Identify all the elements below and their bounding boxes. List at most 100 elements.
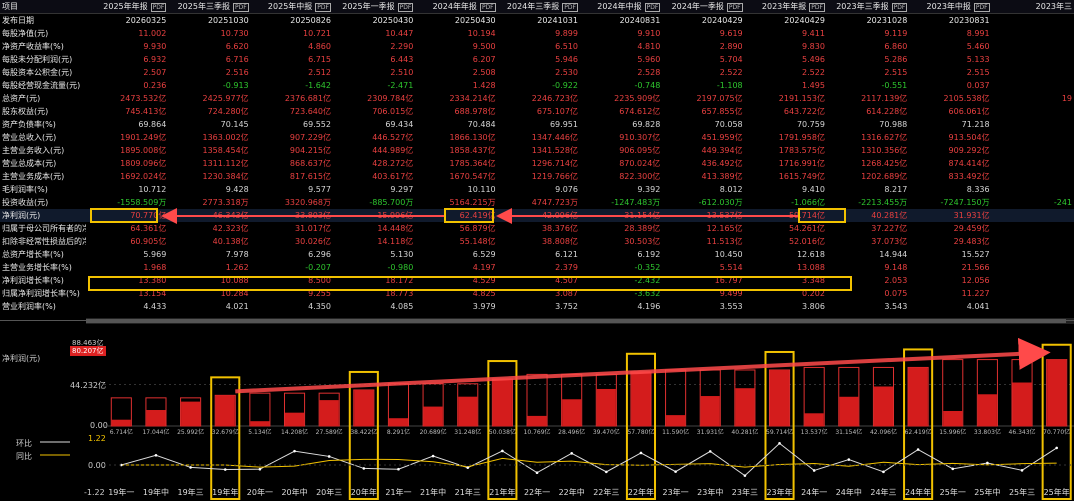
pdf-icon[interactable]: PDF	[315, 3, 331, 12]
net-profit-bar	[804, 413, 824, 426]
pdf-icon[interactable]: PDF	[891, 3, 908, 12]
table-cell: 10.110	[467, 185, 496, 194]
row-label: 扣除非经常性损益后的净利润	[2, 237, 86, 246]
table-cell: 69.552	[302, 120, 331, 129]
table-row[interactable]: 营业利润率(%) 4.433 4.021 4.350 4.085 3.979 3.752 4.…	[0, 300, 1074, 313]
net-profit-bar	[977, 394, 997, 426]
x-tick-label: 22年中	[559, 487, 585, 497]
table-cell: 5.286	[884, 55, 908, 64]
table-cell: 449.394亿	[701, 146, 743, 155]
row-label: 每股资本公积金(元)	[2, 68, 73, 77]
table-cell: 1692.024亿	[120, 172, 167, 181]
column-header[interactable]: 2025年年报 PDF	[86, 0, 169, 14]
table-row[interactable]: 股东权益(元) 745.413亿 724.280亿 723.640亿 706.015亿 6…	[0, 105, 1074, 118]
table-cell: 8.217	[884, 185, 908, 194]
bar-value-label: 13.537亿	[801, 428, 828, 436]
column-header[interactable]: 2023年年报 PDF	[744, 0, 827, 14]
table-cell	[992, 222, 1074, 235]
qoq-point	[327, 455, 331, 458]
table-cell: 3.553	[719, 302, 743, 311]
qoq-point	[223, 468, 227, 471]
table-row[interactable]: 扣除非经常性损益后的净利润 60.905亿 40.138亿 30.026亿 14.118…	[0, 235, 1074, 248]
table-cell: 2.522	[719, 68, 743, 77]
pdf-icon[interactable]: PDF	[397, 3, 414, 12]
net-profit-bar	[1012, 382, 1032, 426]
column-header[interactable]: 2024年年报 PDF	[415, 0, 498, 14]
column-header[interactable]: 2025年三季报 PDF	[168, 0, 251, 14]
pdf-icon[interactable]: PDF	[150, 3, 167, 12]
table-cell: 8.991	[966, 29, 990, 38]
bar-value-label: 57.780亿	[627, 428, 654, 436]
table-row[interactable]: 主营业务收入(元) 1895.008亿 1358.454亿 904.215亿 444.9…	[0, 144, 1074, 157]
column-header[interactable]: 2024年中报 PDF	[579, 0, 663, 14]
net-profit-bar	[215, 395, 235, 426]
column-header[interactable]: 2024年三季报 PDF	[497, 0, 580, 14]
table-row[interactable]: 毛利润率(%) 10.712 9.428 9.577 9.297 10.110 9.076 9…	[0, 183, 1074, 196]
table-cell: 606.061亿	[948, 107, 990, 116]
bar-value-label: 31.154亿	[835, 428, 862, 436]
table-row[interactable]: 主营业务成本(元) 1692.024亿 1230.384亿 817.615亿 403.6…	[0, 170, 1074, 183]
table-cell: 29.483亿	[953, 237, 990, 246]
table-cell: 706.015亿	[372, 107, 414, 116]
table-row[interactable]: 每股资本公积金(元) 2.507 2.516 2.512 2.510 2.508 2.530…	[0, 66, 1074, 79]
pdf-icon[interactable]: PDF	[726, 3, 743, 12]
table-cell: 1.968	[143, 263, 167, 272]
table-cell: 2235.909亿	[614, 94, 661, 103]
table-row[interactable]: 营业总成本(元) 1809.096亿 1311.112亿 868.637亿 428.27…	[0, 157, 1074, 170]
net-profit-bar	[111, 419, 131, 426]
pdf-icon[interactable]: PDF	[562, 3, 578, 12]
table-row[interactable]: 总资产增长率(%) 5.969 7.978 6.296 5.130 6.529 6.121 6…	[0, 248, 1074, 261]
x-tick-label: 20年三	[316, 487, 342, 497]
row-label: 每股经营现金流量(元)	[2, 81, 81, 90]
table-cell: 14.944	[879, 250, 908, 259]
table-row[interactable]: 每股净值(元) 11.002 10.730 10.721 10.447 10.194 9.8…	[0, 27, 1074, 40]
pdf-icon[interactable]: PDF	[644, 3, 661, 12]
column-header[interactable]: 2023年三	[991, 0, 1074, 14]
column-header[interactable]: 2023年三季报 PDF	[826, 0, 910, 14]
column-header[interactable]: 2023年中报 PDF	[909, 0, 992, 14]
pdf-icon[interactable]: PDF	[479, 3, 496, 12]
table-cell: 1.495	[802, 81, 825, 90]
table-cell: 5.130	[390, 250, 414, 259]
column-header[interactable]: 2025年中报 PDF	[250, 0, 333, 14]
table-row[interactable]: 主营业务增长率(%) 1.968 1.262 -0.207 -0.980 4.197 2.3…	[0, 261, 1074, 274]
table-row[interactable]: 投资收益(元) -1558.509万 2773.318万 3320.968万 -885.…	[0, 196, 1074, 209]
table-row[interactable]: 每股经营现金流量(元) 0.236 -0.913 -1.642 -2.471 1.428 -…	[0, 79, 1074, 92]
table-row[interactable]: 归属于母公司所有者的净利润 64.361亿 42.323亿 31.017亿 14.448…	[0, 222, 1074, 235]
table-cell: 1316.627亿	[861, 133, 908, 142]
table-row[interactable]: 每股未分配利润(元) 6.932 6.716 6.715 6.443 6.207 5.946…	[0, 53, 1074, 66]
table-cell: 1895.008亿	[120, 146, 167, 155]
table-cell	[992, 144, 1074, 157]
table-cell: 2425.977亿	[202, 94, 249, 103]
table-row[interactable]: 发布日期 20260325 20251030 20250826 20250430 2025…	[0, 14, 1074, 28]
column-header[interactable]: 2024年一季报 PDF	[662, 0, 745, 14]
table-cell: 1358.454亿	[202, 146, 249, 155]
table-cell: -0.551	[881, 81, 908, 90]
table-cell: 31.154亿	[579, 209, 663, 222]
table-row[interactable]: 净利润(元) 70.770亿 46.343亿 33.803亿 15.996亿 62.419…	[0, 209, 1074, 222]
row-label: 每股未分配利润(元)	[2, 55, 73, 64]
table-cell: 9.428	[225, 185, 249, 194]
pdf-icon[interactable]: PDF	[809, 3, 825, 12]
table-cell: 10.194	[467, 29, 496, 38]
table-cell: 2.379	[555, 263, 578, 272]
table-cell: 1809.096亿	[120, 159, 167, 168]
table-row[interactable]: 净资产收益率(%) 9.930 6.620 4.860 2.290 9.500 6.510 4…	[0, 40, 1074, 53]
financial-table: 项目 2025年年报 PDF 2025年三季报 PDF 2025年中报 PDF 2025年一季…	[0, 0, 1074, 313]
table-row[interactable]: 资产负债率(%) 69.864 70.145 69.552 69.434 70.484 69…	[0, 118, 1074, 131]
pdf-icon[interactable]: PDF	[973, 3, 990, 12]
table-row[interactable]: 营业总收入(元) 1901.249亿 1363.002亿 907.229亿 446.52…	[0, 131, 1074, 144]
table-cell	[992, 261, 1074, 274]
pdf-icon[interactable]: PDF	[232, 3, 249, 12]
table-cell: 833.492亿	[948, 172, 990, 181]
table-cell: 1268.425亿	[861, 159, 908, 168]
table-cell: -0.922	[552, 81, 578, 90]
column-header[interactable]: 2025年一季报 PDF	[332, 0, 416, 14]
table-cell: 1716.991亿	[778, 159, 825, 168]
row-label: 主营业务成本(元)	[2, 172, 65, 181]
table-cell	[991, 209, 1074, 222]
table-row[interactable]: 总资产(元) 2473.532亿 2425.977亿 2376.681亿 2309.78…	[0, 92, 1074, 105]
bar-value-label: 17.044亿	[142, 428, 169, 436]
qoq-point	[431, 454, 435, 458]
x-tick-label: 21年一	[385, 487, 411, 497]
